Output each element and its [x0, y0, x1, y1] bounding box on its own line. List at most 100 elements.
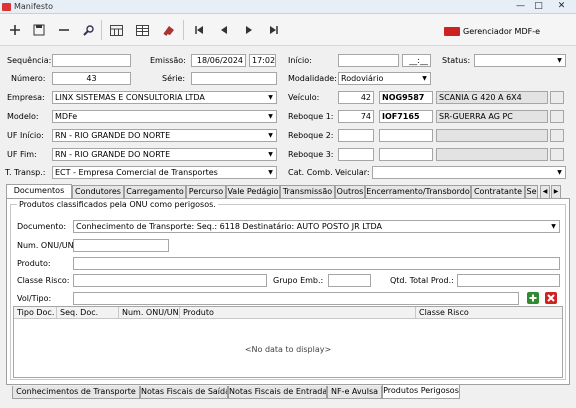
tab-carregamento[interactable]: Carregamento	[124, 185, 186, 198]
tab-nf-entrada[interactable]: Notas Fiscais de Entrada	[228, 386, 327, 399]
veiculo-lookup-button[interactable]	[550, 91, 564, 104]
tab-conhecimentos[interactable]: Conhecimentos de Transporte	[12, 386, 140, 399]
gerenciador-mdfe-button[interactable]: Gerenciador MDF-e	[444, 25, 540, 37]
reboque1-lookup-button[interactable]	[550, 110, 564, 123]
chevron-down-icon[interactable]: ▼	[549, 222, 558, 231]
tab-vale-pedagio[interactable]: Vale Pedágio	[226, 185, 280, 198]
chevron-down-icon[interactable]: ▼	[266, 112, 275, 121]
maximize-button[interactable]: □	[530, 0, 547, 13]
uf-fim-select[interactable]: RN - RIO GRANDE DO NORTE ▼	[52, 148, 277, 161]
chevron-down-icon[interactable]: ▼	[266, 150, 275, 159]
add-icon[interactable]	[526, 291, 540, 305]
modelo-select[interactable]: MDFe ▼	[52, 110, 277, 123]
reboque1-plate-input[interactable]: IOF7165	[379, 110, 433, 123]
reboque2-code-input[interactable]	[338, 129, 374, 142]
tab-more[interactable]: Se	[525, 185, 538, 198]
classe-risco-label: Classe Risco:	[17, 276, 70, 285]
cat-comb-select[interactable]: ▼	[372, 166, 566, 179]
modalidade-select[interactable]: Rodoviário ▼	[338, 72, 431, 85]
sequencia-input[interactable]	[52, 54, 131, 67]
chevron-down-icon[interactable]: ▼	[266, 168, 275, 177]
reboque2-lookup-button[interactable]	[550, 129, 564, 142]
inicio-time-input[interactable]: __:__	[402, 54, 431, 67]
empresa-select[interactable]: LINX SISTEMAS E CONSULTORIA LTDA ▼	[52, 91, 277, 104]
tab-produtos-perigosos[interactable]: Produtos Perigosos	[382, 385, 460, 399]
grid-view-icon[interactable]	[108, 22, 125, 38]
search-icon[interactable]	[80, 22, 97, 38]
reboque2-label: Reboque 2:	[288, 131, 334, 140]
reboque3-lookup-button[interactable]	[550, 148, 564, 161]
sequencia-label: Sequência:	[7, 56, 52, 65]
minimize-button[interactable]: —	[512, 0, 529, 13]
last-record-icon[interactable]	[265, 22, 282, 38]
uf-inicio-value: RN - RIO GRANDE DO NORTE	[55, 131, 171, 140]
modalidade-value: Rodoviário	[341, 74, 384, 83]
grupo-emb-input[interactable]	[328, 274, 371, 287]
emissao-time-input[interactable]: 17:02	[249, 54, 276, 67]
tab-nf-saida[interactable]: Notas Fiscais de Saída	[140, 386, 228, 399]
close-button[interactable]: ✕	[553, 0, 570, 13]
reboque1-code-input[interactable]: 74	[338, 110, 374, 123]
table-icon[interactable]	[134, 22, 151, 38]
tab-documentos[interactable]: Documentos	[6, 184, 72, 198]
serie-label: Série:	[162, 74, 186, 83]
t-transp-value: ECT - Empresa Comercial de Transportes	[55, 168, 218, 177]
veiculo-label: Veículo:	[288, 93, 320, 102]
qtd-total-label: Qtd. Total Prod.:	[390, 276, 454, 285]
chevron-down-icon[interactable]: ▼	[266, 93, 275, 102]
uf-inicio-select[interactable]: RN - RIO GRANDE DO NORTE ▼	[52, 129, 277, 142]
column-header[interactable]: Produto	[180, 307, 416, 319]
modelo-value: MDFe	[55, 112, 78, 121]
emissao-date-input[interactable]: 18/06/2024	[191, 54, 246, 67]
tab-scroll-left-icon[interactable]: ◀	[540, 185, 550, 198]
previous-record-icon[interactable]	[215, 22, 232, 38]
produtos-grid[interactable]: Tipo Doc. Seq. Doc. Num. ONU/UN Produto …	[13, 306, 563, 378]
reboque3-plate-input[interactable]	[379, 148, 433, 161]
veiculo-plate-input[interactable]: NOG9587	[379, 91, 433, 104]
column-header[interactable]: Seq. Doc.	[57, 307, 119, 319]
status-select[interactable]: ▼	[474, 54, 566, 67]
numero-input[interactable]: 43	[52, 72, 131, 85]
tab-nfe-avulsa[interactable]: NF-e Avulsa	[327, 386, 382, 399]
modelo-label: Modelo:	[7, 112, 39, 121]
serie-input[interactable]	[191, 72, 277, 85]
reboque2-plate-input[interactable]	[379, 129, 433, 142]
column-header[interactable]: Tipo Doc.	[14, 307, 57, 319]
window-title: Manifesto	[14, 2, 54, 11]
tab-scroll-right-icon[interactable]: ▶	[551, 185, 561, 198]
first-record-icon[interactable]	[190, 22, 207, 38]
t-transp-select[interactable]: ECT - Empresa Comercial de Transportes ▼	[52, 166, 277, 179]
chevron-down-icon[interactable]: ▼	[555, 168, 564, 177]
add-icon[interactable]	[6, 22, 23, 38]
delete-icon[interactable]	[544, 291, 558, 305]
classe-risco-input[interactable]	[73, 274, 267, 287]
documento-select[interactable]: Conhecimento de Transporte: Seq.: 6118 D…	[73, 220, 560, 233]
tab-contratante[interactable]: Contratante	[471, 185, 525, 198]
vol-tipo-input[interactable]	[73, 292, 519, 305]
tab-percurso[interactable]: Percurso	[186, 185, 226, 198]
grupo-emb-label: Grupo Emb.:	[273, 276, 324, 285]
grid-header: Tipo Doc. Seq. Doc. Num. ONU/UN Produto …	[14, 307, 562, 319]
produto-input[interactable]	[73, 257, 560, 270]
remove-icon[interactable]	[55, 22, 72, 38]
tab-outros[interactable]: Outros	[335, 185, 365, 198]
veiculo-code-input[interactable]: 42	[338, 91, 374, 104]
tab-transmissao[interactable]: Transmissão	[280, 185, 335, 198]
column-header[interactable]: Classe Risco	[416, 307, 562, 319]
chevron-down-icon[interactable]: ▼	[266, 131, 275, 140]
num-onu-input[interactable]	[73, 239, 169, 252]
column-header[interactable]: Num. ONU/UN	[119, 307, 180, 319]
save-icon[interactable]	[30, 22, 47, 38]
next-record-icon[interactable]	[240, 22, 257, 38]
tab-encerramento[interactable]: Encerramento/Transbordo	[365, 185, 471, 198]
qtd-total-input[interactable]	[457, 274, 560, 287]
reboque3-code-input[interactable]	[338, 148, 374, 161]
inicio-date-input[interactable]	[338, 54, 399, 67]
eraser-icon[interactable]	[160, 22, 177, 38]
reboque3-label: Reboque 3:	[288, 150, 334, 159]
app-icon	[2, 3, 11, 11]
cat-comb-label: Cat. Comb. Veicular:	[288, 168, 370, 177]
tab-condutores[interactable]: Condutores	[72, 185, 124, 198]
chevron-down-icon[interactable]: ▼	[555, 56, 564, 65]
chevron-down-icon[interactable]: ▼	[420, 74, 429, 83]
